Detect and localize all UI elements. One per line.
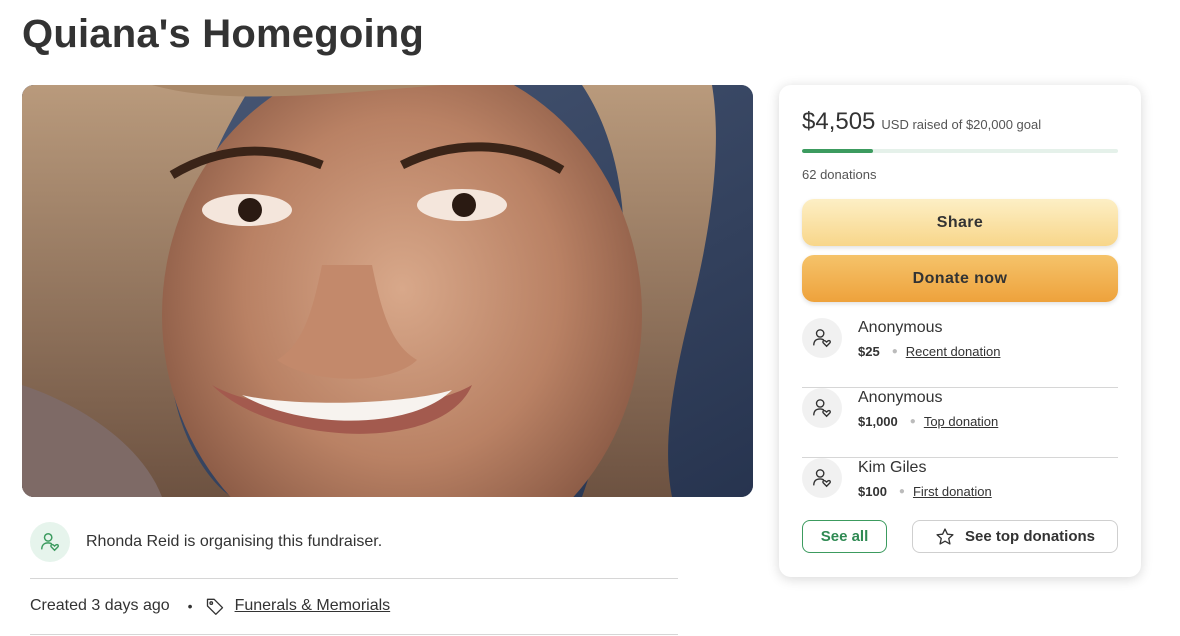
- donation-amount: $1,000: [858, 414, 898, 429]
- page-title: Quiana's Homegoing: [22, 12, 425, 56]
- bullet-separator: ●: [891, 346, 898, 357]
- donation-amount: $100: [858, 484, 887, 499]
- donation-item: Anonymous $25 ● Recent donation: [802, 317, 1118, 388]
- see-all-button[interactable]: See all: [802, 520, 887, 553]
- see-top-donations-label: See top donations: [964, 528, 1095, 545]
- progress-bar: [802, 149, 1118, 153]
- donor-name: Anonymous: [858, 319, 943, 336]
- recent-donation-link[interactable]: Recent donation: [906, 344, 1001, 359]
- created-date: Created 3 days ago: [30, 597, 170, 614]
- star-icon: [935, 527, 955, 547]
- donation-count: 62 donations: [802, 167, 877, 182]
- first-donation-link[interactable]: First donation: [913, 484, 992, 499]
- see-top-donations-button[interactable]: See top donations: [912, 520, 1118, 553]
- share-button[interactable]: Share: [802, 199, 1118, 246]
- category-link[interactable]: Funerals & Memorials: [235, 597, 391, 615]
- divider: [30, 634, 678, 635]
- user-heart-icon: [802, 318, 842, 358]
- donation-item: Anonymous $1,000 ● Top donation: [802, 387, 1118, 458]
- user-heart-icon: [802, 388, 842, 428]
- donation-detail: $1,000 ● Top donation: [858, 414, 998, 429]
- bullet-separator: ●: [898, 486, 905, 497]
- goal-text: USD raised of $20,000 goal: [881, 117, 1042, 132]
- user-heart-icon: [802, 458, 842, 498]
- organiser-row: Rhonda Reid is organising this fundraise…: [30, 520, 678, 579]
- donation-detail: $100 ● First donation: [858, 484, 992, 499]
- fundraiser-photo[interactable]: [22, 85, 753, 497]
- top-donation-link[interactable]: Top donation: [924, 414, 998, 429]
- fundraiser-meta: Created 3 days ago • Funerals & Memorial…: [30, 596, 678, 616]
- donate-now-button[interactable]: Donate now: [802, 255, 1118, 302]
- tag-icon: [205, 596, 225, 616]
- donor-name: Kim Giles: [858, 459, 927, 476]
- bullet-separator: ●: [909, 416, 916, 427]
- donation-card: $4,505 USD raised of $20,000 goal 62 don…: [779, 85, 1141, 577]
- donor-name: Anonymous: [858, 389, 943, 406]
- user-heart-icon: [30, 522, 70, 562]
- donation-item: Kim Giles $100 ● First donation: [802, 457, 1118, 527]
- portrait-image: [22, 85, 753, 497]
- raised-summary: $4,505 USD raised of $20,000 goal: [802, 108, 1041, 136]
- meta-separator: •: [187, 598, 193, 614]
- donation-detail: $25 ● Recent donation: [858, 344, 1000, 359]
- raised-amount: $4,505: [802, 108, 876, 135]
- progress-fill: [802, 149, 874, 153]
- organiser-text: Rhonda Reid is organising this fundraise…: [86, 533, 383, 550]
- donation-amount: $25: [858, 344, 880, 359]
